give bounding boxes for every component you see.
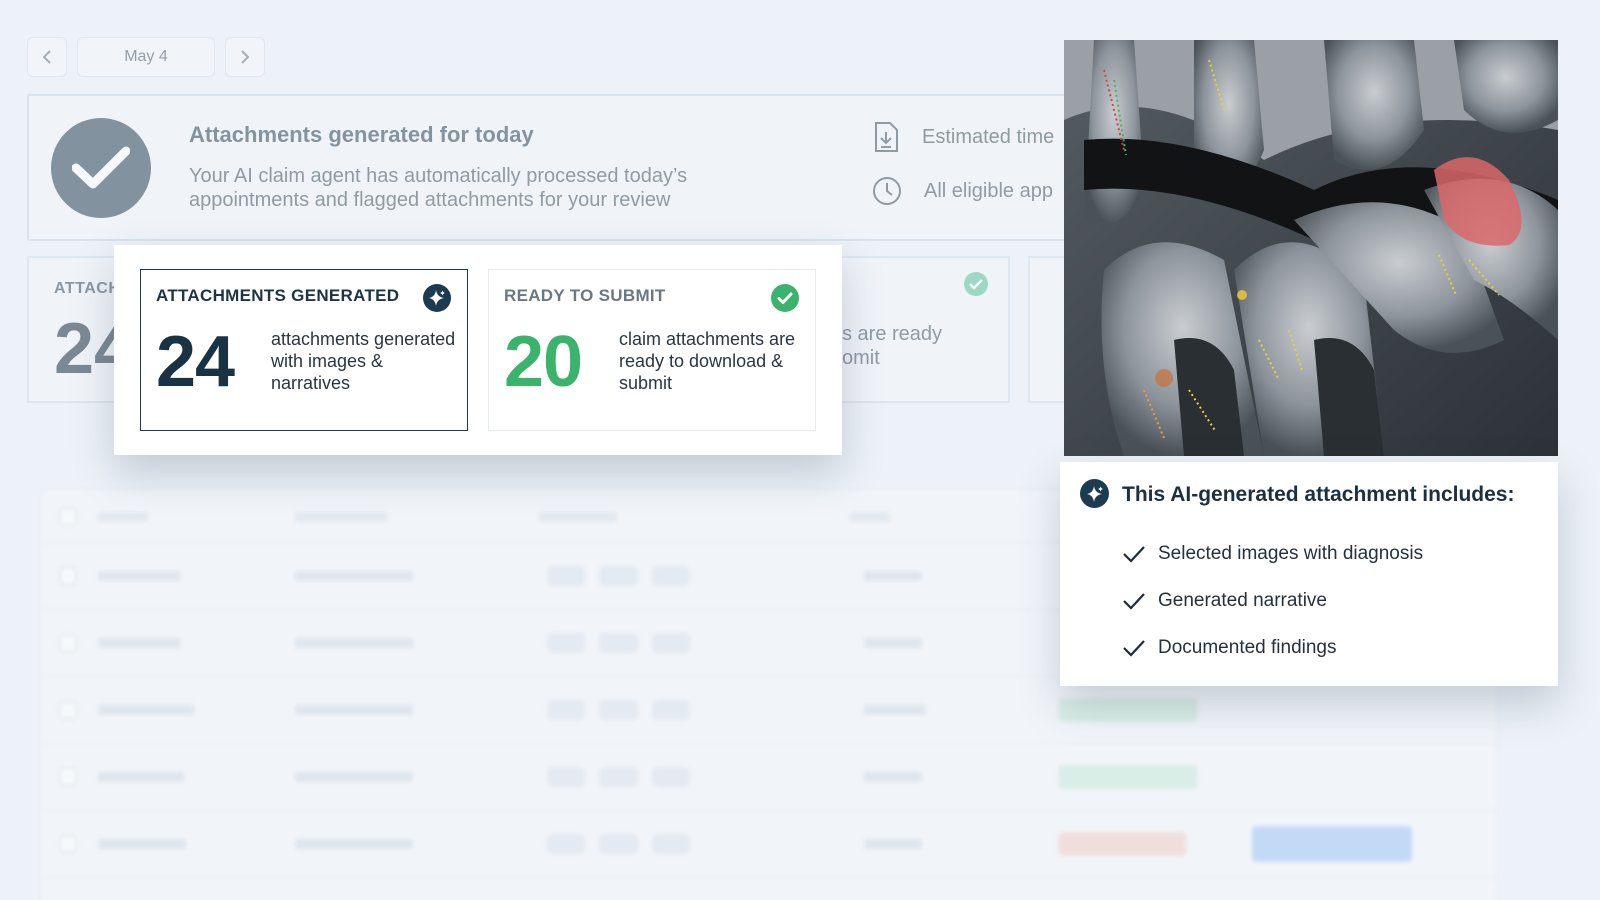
treatment-pills [547,767,704,787]
patient-name [98,571,180,581]
ai-sparkle-icon [1080,479,1109,508]
eligible-text: All eligible app [924,179,1053,202]
service-date [295,571,413,581]
next-day-button[interactable] [225,37,265,77]
generated-text: attachments generated with images & narr… [271,329,456,393]
checkmark-icon [1122,592,1158,610]
select-all-checkbox[interactable] [59,507,77,526]
service-date [295,772,413,782]
chevron-left-icon [42,50,51,64]
treatment-pills [547,700,704,720]
estimated-time-row: Estimated time [872,121,1054,153]
patient-name [98,772,184,782]
row-value [864,571,922,581]
ready-value: 20 [504,322,583,402]
eligible-row: All eligible app [872,176,1053,206]
status-badge [1058,765,1198,789]
status-badge [1058,698,1198,722]
generated-label: ATTACHMENTS GENERATED [156,286,400,305]
date-navigation: May 4 [27,37,265,77]
checkmark-icon [1122,639,1158,657]
ai-sparkle-icon [423,284,451,312]
review-button[interactable] [1252,826,1412,862]
bg-stat-text-line2: omit [842,347,880,369]
row-checkbox[interactable] [59,567,77,585]
summary-popup: ATTACHMENTS GENERATED 24 attachments gen… [114,245,842,455]
row-checkbox[interactable] [59,835,77,853]
row-checkbox[interactable] [59,634,77,652]
check-circle-icon [771,284,799,312]
banner-description: Your AI claim agent has automatically pr… [189,165,688,211]
list-item-label: Generated narrative [1158,589,1327,611]
row-value [864,638,922,648]
row-value [864,772,922,782]
current-date[interactable]: May 4 [77,37,215,77]
list-item-label: Selected images with diagnosis [1158,542,1424,564]
attachments-generated-card[interactable]: ATTACHMENTS GENERATED 24 attachments gen… [140,269,468,431]
row-checkbox[interactable] [59,768,77,786]
patient-name [98,839,186,849]
success-check-icon [51,118,151,218]
info-card-list: Selected images with diagnosis Generated… [1122,530,1423,671]
list-item-label: Documented findings [1158,636,1337,658]
attachments-banner: Attachments generated for today Your AI … [27,94,1127,241]
patient-name [98,705,194,715]
table-row[interactable] [42,677,1496,744]
check-circle-icon [964,272,988,296]
prev-day-button[interactable] [27,37,67,77]
patient-name [98,638,180,648]
header-cell [295,511,387,522]
header-cell [539,511,617,522]
table-row[interactable] [42,811,1496,878]
info-card-title: This AI-generated attachment includes: [1122,483,1515,506]
row-checkbox[interactable] [59,701,77,719]
bg-stat-ready: s are ready omit [830,256,1010,403]
chevron-right-icon [241,50,250,64]
estimated-time-text: Estimated time [922,125,1055,148]
status-badge [1058,832,1186,856]
treatment-pills [547,566,704,586]
service-date [295,638,413,648]
list-item: Selected images with diagnosis [1122,530,1423,577]
dental-xray-image [1064,40,1558,456]
service-date [295,839,413,849]
ai-attachment-info-card: This AI-generated attachment includes: S… [1060,462,1558,686]
row-value [864,705,926,715]
download-icon [875,122,898,152]
bg-stat-text: s are ready omit [842,322,942,370]
list-item: Documented findings [1122,624,1423,671]
clock-icon [873,177,901,205]
service-date [295,705,413,715]
row-value [864,839,922,849]
ready-text: claim attachments are ready to download … [619,329,796,393]
header-cell [98,511,148,522]
generated-value: 24 [156,322,235,402]
treatment-pills [547,633,704,653]
bg-stat-text-line1: s are ready [842,323,943,345]
checkmark-icon [1122,545,1158,563]
ready-label: READY TO SUBMIT [504,286,666,305]
ready-to-submit-card[interactable]: READY TO SUBMIT 20 claim attachments are… [488,269,816,431]
bg-stat-label: ATTACH [54,280,121,297]
banner-title: Attachments generated for today [189,122,534,147]
treatment-pills [547,834,704,854]
header-cell [850,511,890,522]
list-item: Generated narrative [1122,577,1423,624]
table-row[interactable] [42,744,1496,811]
